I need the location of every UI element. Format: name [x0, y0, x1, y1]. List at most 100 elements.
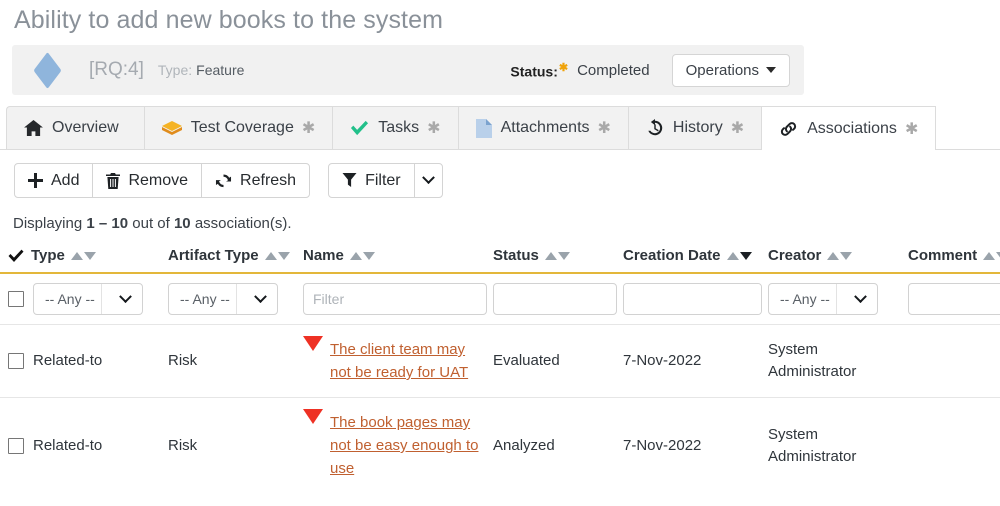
filter-name-input[interactable]: [303, 283, 487, 315]
add-button[interactable]: Add: [14, 163, 93, 198]
tab-history-asterisk: ✱: [731, 118, 744, 138]
sort-asc-icon[interactable]: [350, 252, 362, 260]
cell-name: The book pages may not be easy enough to…: [303, 398, 493, 494]
status-label: Status:✱: [510, 61, 568, 80]
cell-comment: [908, 325, 1000, 398]
tab-associations-label: Associations: [807, 120, 897, 138]
tab-history[interactable]: History ✱: [628, 106, 761, 149]
row-name-link[interactable]: The book pages may not be easy enough to…: [330, 411, 487, 480]
refresh-button-label: Refresh: [240, 172, 296, 190]
required-star-icon: ✱: [559, 62, 568, 74]
table-header-row: Type Artifact Type Name: [0, 247, 1000, 273]
sort-controls-creation-date[interactable]: [727, 252, 752, 260]
select-all-check-icon[interactable]: [8, 249, 24, 263]
sort-desc-icon[interactable]: [840, 252, 852, 260]
tab-overview-label: Overview: [52, 119, 119, 137]
trash-icon: [106, 173, 120, 189]
row-type-value: Related-to: [33, 435, 102, 457]
row-checkbox[interactable]: [8, 353, 24, 369]
tab-tasks[interactable]: Tasks ✱: [332, 106, 457, 149]
select-all-checkbox[interactable]: [8, 291, 24, 307]
divider: [236, 284, 237, 314]
sort-asc-icon[interactable]: [727, 252, 739, 260]
sort-desc-icon[interactable]: [84, 252, 96, 260]
column-header-status-label: Status: [493, 247, 539, 264]
filter-button[interactable]: Filter: [328, 163, 415, 198]
sort-controls-name[interactable]: [350, 252, 375, 260]
column-header-name[interactable]: Name: [303, 247, 493, 273]
remove-button[interactable]: Remove: [92, 163, 202, 198]
displaying-total: 10: [174, 215, 191, 232]
column-header-creator[interactable]: Creator: [768, 247, 908, 273]
filter-cell-name: [303, 273, 493, 325]
tab-test-coverage-label: Test Coverage: [191, 119, 294, 137]
row-name-link[interactable]: The client team may not be ready for UAT: [330, 338, 487, 384]
funnel-icon: [342, 173, 357, 188]
column-header-artifact-type[interactable]: Artifact Type: [168, 247, 303, 273]
operations-button[interactable]: Operations: [672, 54, 790, 87]
column-header-creation-date[interactable]: Creation Date: [623, 247, 768, 273]
document-icon: [476, 119, 492, 138]
filter-cell-creation-date: [623, 273, 768, 325]
action-button-group: Add Remove Refresh: [14, 163, 310, 198]
tab-tasks-asterisk: ✱: [427, 118, 440, 138]
sort-controls-creator[interactable]: [827, 252, 852, 260]
filter-artifact-type-value: -- Any --: [180, 291, 230, 307]
filter-type-select[interactable]: -- Any --: [33, 283, 143, 315]
column-header-status[interactable]: Status: [493, 247, 623, 273]
tab-associations[interactable]: Associations ✱: [761, 106, 936, 150]
tab-overview[interactable]: Overview: [6, 106, 144, 149]
column-header-comment-label: Comment: [908, 247, 977, 264]
refresh-button[interactable]: Refresh: [201, 163, 310, 198]
cell-name: The client team may not be ready for UAT: [303, 325, 493, 398]
check-icon: [350, 120, 369, 136]
filter-cell-artifact-type: -- Any --: [168, 273, 303, 325]
sort-controls-artifact-type[interactable]: [265, 252, 290, 260]
divider: [101, 284, 102, 314]
filter-creator-select[interactable]: -- Any --: [768, 283, 878, 315]
sort-controls-type[interactable]: [71, 252, 96, 260]
artifact-id: [RQ:4]: [89, 59, 144, 81]
sort-asc-icon[interactable]: [827, 252, 839, 260]
filter-creation-date-field[interactable]: [623, 283, 762, 315]
table-body: Related-to Risk The client team may not …: [0, 325, 1000, 494]
row-checkbox[interactable]: [8, 438, 24, 454]
table-row[interactable]: Related-to Risk The client team may not …: [0, 325, 1000, 398]
tab-bar: Overview Test Coverage ✱ Tasks ✱ Attachm…: [0, 106, 1000, 150]
filter-status-input[interactable]: [493, 283, 617, 315]
sort-asc-icon[interactable]: [71, 252, 83, 260]
diamond-icon: [34, 51, 62, 88]
sort-asc-icon[interactable]: [545, 252, 557, 260]
column-header-creator-label: Creator: [768, 247, 821, 264]
sort-desc-icon[interactable]: [278, 252, 290, 260]
filter-dropdown-button[interactable]: [414, 163, 443, 198]
filter-creation-date-input[interactable]: [624, 284, 762, 314]
chevron-down-icon[interactable]: [244, 295, 277, 304]
status-label-text: Status:: [510, 63, 557, 79]
column-header-type[interactable]: Type: [0, 247, 168, 273]
sort-asc-icon[interactable]: [983, 252, 995, 260]
associations-table: Type Artifact Type Name: [0, 247, 1000, 493]
cell-creation-date: 7-Nov-2022: [623, 398, 768, 494]
sort-controls-comment[interactable]: [983, 252, 1000, 260]
filter-artifact-type-select[interactable]: -- Any --: [168, 283, 278, 315]
associations-page: Ability to add new books to the system […: [0, 0, 1000, 506]
tab-test-coverage[interactable]: Test Coverage ✱: [144, 106, 333, 149]
refresh-icon: [215, 173, 232, 189]
sort-desc-icon[interactable]: [996, 252, 1000, 260]
column-header-comment[interactable]: Comment: [908, 247, 1000, 273]
sort-controls-status[interactable]: [545, 252, 570, 260]
sort-desc-icon-active[interactable]: [740, 252, 752, 260]
column-header-type-label: Type: [31, 247, 65, 264]
sort-desc-icon[interactable]: [558, 252, 570, 260]
table-row[interactable]: Related-to Risk The book pages may not b…: [0, 398, 1000, 494]
displaying-range: 1 – 10: [86, 215, 128, 232]
sort-asc-icon[interactable]: [265, 252, 277, 260]
chevron-down-icon[interactable]: [109, 295, 142, 304]
filter-comment-input[interactable]: [908, 283, 1000, 315]
filter-cell-comment: [908, 273, 1000, 325]
cell-artifact-type: Risk: [168, 325, 303, 398]
tab-attachments[interactable]: Attachments ✱: [458, 106, 628, 149]
sort-desc-icon[interactable]: [363, 252, 375, 260]
chevron-down-icon[interactable]: [844, 295, 877, 304]
